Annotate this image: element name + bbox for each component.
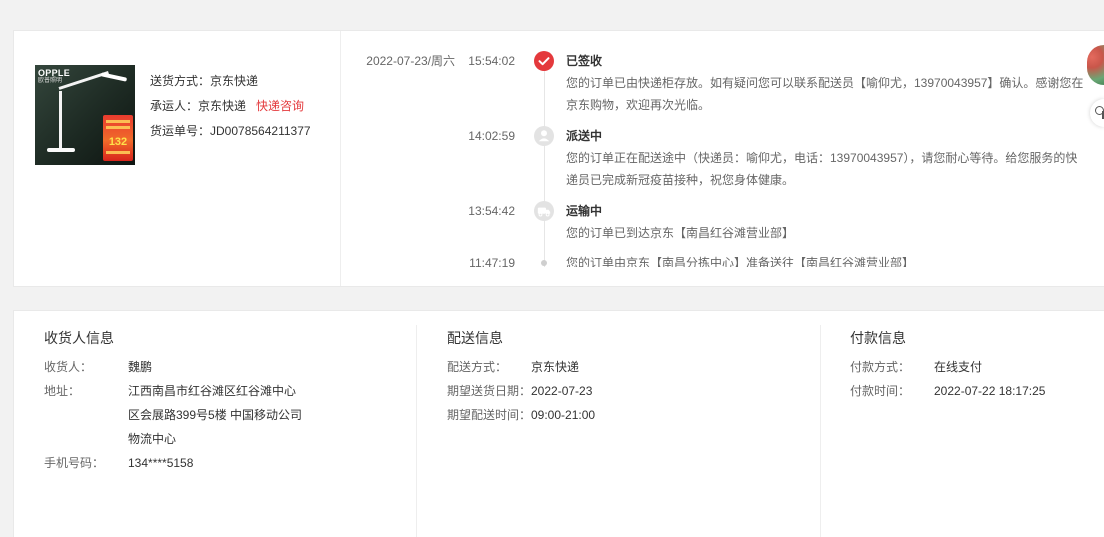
- price-badge: 132: [103, 115, 133, 161]
- timeline-body: 您的订单由京东【南昌分拣中心】准备送往【南昌红谷滩营业部】: [566, 252, 1088, 267]
- badge-stripe: [106, 151, 130, 154]
- tracking-number-value: JD0078564211377: [210, 124, 311, 138]
- payment-method-label: 付款方式：: [850, 360, 911, 374]
- carrier-row: 承运人：京东快递 快递咨询: [150, 94, 311, 119]
- timeline-status: 派送中: [566, 129, 603, 143]
- consignee-address-label: 地址：: [44, 384, 81, 398]
- lamp-head: [100, 72, 128, 82]
- timeline-body: 运输中 您的订单已到达京东【南昌红谷滩营业部】: [566, 200, 1088, 244]
- tracking-timeline[interactable]: 2022-07-23/周六 15:54:02 已签收 您的订单已由快递柜存放。如…: [341, 31, 1104, 267]
- badge-stripe: [106, 120, 130, 123]
- consignee-name-value: 魏鹏: [128, 360, 153, 374]
- consignee-section: 收货人信息 收货人： 魏鹏 地址： 江西南昌市红谷滩区红谷滩中心区会展路399号…: [44, 328, 304, 475]
- delivery-time-label: 期望配送时间：: [447, 408, 532, 422]
- consignee-phone-value: 134****5158: [128, 456, 194, 470]
- timeline-connector: [544, 61, 545, 267]
- product-thumbnail[interactable]: OPPLE 欧普照明 132: [35, 65, 135, 165]
- timeline-detail: 您的订单已由快递柜存放。如有疑问您可以联系配送员【喻仰尤，13970043957…: [566, 76, 1084, 112]
- consignee-heading: 收货人信息: [44, 330, 114, 346]
- payment-method-value: 在线支付: [934, 360, 983, 374]
- delivery-method-label: 配送方式：: [447, 360, 508, 374]
- delivery-method-row: 配送方式： 京东快递: [447, 355, 595, 379]
- tracking-card: OPPLE 欧普照明 132 送货方式：京东快递 承运人：京东快递 快递咨询 货运…: [13, 30, 1104, 287]
- delivery-section: 配送信息 配送方式： 京东快递 期望送货日期： 2022-07-23 期望配送时…: [447, 328, 595, 427]
- payment-time-label: 付款时间：: [850, 384, 911, 398]
- timeline-time: 14:02:59: [468, 129, 515, 143]
- tracking-number-row: 货运单号：JD0078564211377: [150, 119, 311, 144]
- shipment-info: 送货方式：京东快递 承运人：京东快递 快递咨询 货运单号：JD0078564211…: [150, 69, 311, 144]
- consignee-phone-label: 手机号码：: [44, 456, 105, 470]
- courier-inquiry-link[interactable]: 快递咨询: [256, 99, 304, 113]
- delivery-date-row: 期望送货日期： 2022-07-23: [447, 379, 595, 403]
- order-info-card: 收货人信息 收货人： 魏鹏 地址： 江西南昌市红谷滩区红谷滩中心区会展路399号…: [13, 310, 1104, 537]
- payment-time-row: 付款时间： 2022-07-22 18:17:25: [850, 379, 1045, 403]
- delivery-date-value: 2022-07-23: [531, 384, 593, 398]
- timeline-date: 2022-07-23/周六: [366, 54, 455, 68]
- delivery-heading: 配送信息: [447, 330, 503, 346]
- shipment-method-value: 京东快递: [210, 74, 259, 88]
- carrier-label: 承运人：: [150, 99, 199, 113]
- payment-time-value: 2022-07-22 18:17:25: [934, 384, 1046, 398]
- lamp-base: [47, 148, 75, 152]
- shipment-method-row: 送货方式：京东快递: [150, 69, 311, 94]
- dot-icon: [541, 260, 547, 266]
- consignee-name-row: 收货人： 魏鹏: [44, 355, 304, 379]
- delivery-time-row: 期望配送时间： 09:00-21:00: [447, 403, 595, 427]
- courier-icon: [534, 126, 554, 146]
- timeline-time: 13:54:42: [468, 204, 515, 218]
- consignee-phone-row: 手机号码： 134****5158: [44, 451, 304, 475]
- timeline-detail: 您的订单由京东【南昌分拣中心】准备送往【南昌红谷滩营业部】: [566, 256, 915, 267]
- payment-method-row: 付款方式： 在线支付: [850, 355, 1045, 379]
- column-divider: [416, 325, 417, 537]
- badge-stripe: [106, 126, 130, 129]
- carrier-value: 京东快递: [198, 99, 247, 113]
- brand-logo-subtitle: 欧普照明: [38, 78, 63, 84]
- lamp-stand: [59, 91, 62, 149]
- badge-price: 132: [108, 136, 128, 148]
- tracking-number-label: 货运单号：: [150, 124, 211, 138]
- truck-icon: [534, 201, 554, 221]
- delivery-method-value: 京东快递: [531, 360, 580, 374]
- column-divider: [820, 325, 821, 537]
- timeline-status: 运输中: [566, 204, 603, 218]
- delivery-date-label: 期望送货日期：: [447, 384, 532, 398]
- delivery-time-value: 09:00-21:00: [531, 408, 596, 422]
- payment-heading: 付款信息: [850, 330, 906, 346]
- timeline-detail: 您的订单已到达京东【南昌红谷滩营业部】: [566, 226, 795, 240]
- timeline-time: 15:54:02: [468, 54, 515, 68]
- check-circle-icon: [534, 51, 554, 71]
- timeline-body: 已签收 您的订单已由快递柜存放。如有疑问您可以联系配送员【喻仰尤，1397004…: [566, 50, 1088, 116]
- payment-section: 付款信息 付款方式： 在线支付 付款时间： 2022-07-22 18:17:2…: [850, 328, 1045, 403]
- timeline-body: 派送中 您的订单正在配送途中（快递员：喻仰尤，电话：13970043957），请…: [566, 125, 1088, 191]
- consignee-name-label: 收货人：: [44, 360, 93, 374]
- timeline-status: 已签收: [566, 54, 603, 68]
- shipment-method-label: 送货方式：: [150, 74, 211, 88]
- brand-logo: OPPLE: [38, 68, 71, 78]
- timeline-time: 11:47:19: [469, 256, 515, 267]
- timeline-detail: 您的订单正在配送途中（快递员：喻仰尤，电话：13970043957），请您耐心等…: [566, 151, 1078, 187]
- consignee-address-value: 江西南昌市红谷滩区红谷滩中心区会展路399号5楼 中国移动公司物流中心: [128, 384, 303, 446]
- consignee-address-row: 地址： 江西南昌市红谷滩区红谷滩中心区会展路399号5楼 中国移动公司物流中心: [44, 379, 304, 451]
